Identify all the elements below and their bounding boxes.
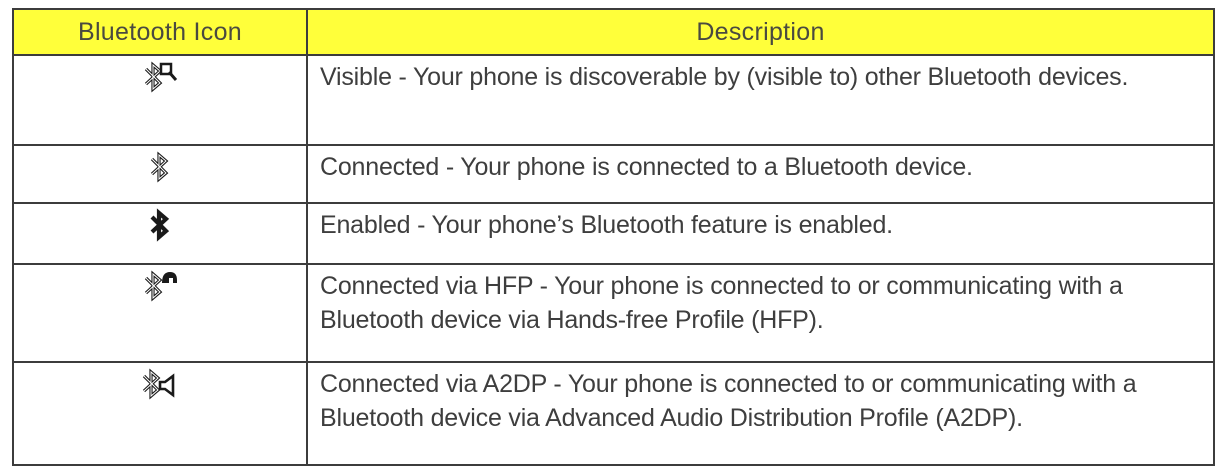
bluetooth-enabled-icon <box>150 207 170 242</box>
table-row: Connected - Your phone is connected to a… <box>12 143 1215 204</box>
row-description: Connected - Your phone is connected to a… <box>306 143 1215 204</box>
bluetooth-connected-icon <box>150 151 169 183</box>
bluetooth-hfp-icon <box>144 270 177 302</box>
header-icon-column: Bluetooth Icon <box>12 8 308 56</box>
header-description-column: Description <box>306 8 1215 56</box>
table-row: Enabled - Your phone’s Bluetooth feature… <box>12 201 1215 265</box>
bluetooth-icons-table: Bluetooth Icon Description Visible - You… <box>12 8 1215 467</box>
table-row: Connected via HFP - Your phone is connec… <box>12 262 1215 363</box>
table-header-row: Bluetooth Icon Description <box>12 8 1215 56</box>
row-description: Connected via A2DP - Your phone is conne… <box>306 360 1215 467</box>
table-row: Visible - Your phone is discoverable by … <box>12 54 1215 146</box>
row-description: Visible - Your phone is discoverable by … <box>306 54 1215 146</box>
bluetooth-visible-icon <box>144 61 178 93</box>
table-row: Connected via A2DP - Your phone is conne… <box>12 360 1215 467</box>
row-description: Connected via HFP - Your phone is connec… <box>306 262 1215 363</box>
bluetooth-a2dp-icon <box>142 368 175 400</box>
row-description: Enabled - Your phone’s Bluetooth feature… <box>306 201 1215 265</box>
